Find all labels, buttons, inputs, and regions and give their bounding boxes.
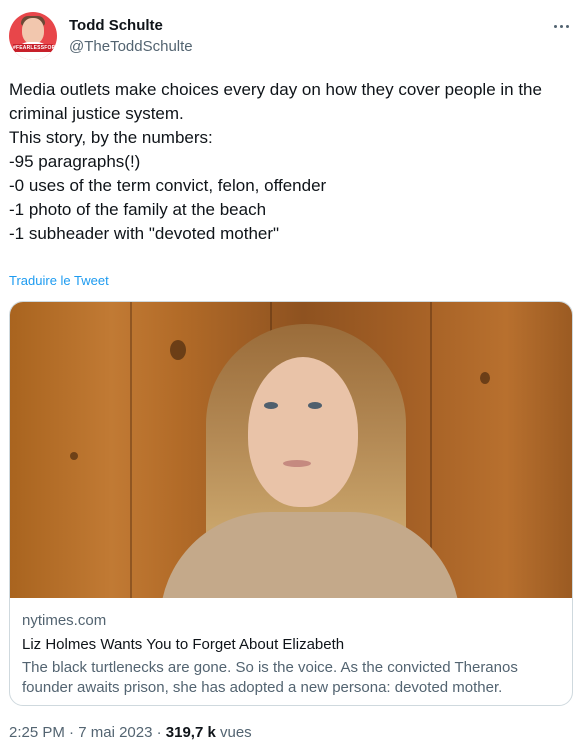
meta-separator: · — [156, 724, 166, 741]
tweet-line: -0 uses of the term convict, felon, offe… — [9, 176, 327, 195]
card-description-line: founder awaits prison, she has adopted a… — [22, 679, 503, 696]
link-card[interactable]: nytimes.com Liz Holmes Wants You to Forg… — [9, 301, 573, 706]
card-domain: nytimes.com — [22, 612, 107, 629]
views-count: 319,7 k — [165, 724, 216, 741]
tweet-line: -1 subheader with "devoted mother" — [9, 224, 280, 243]
tweet-line: criminal justice system. — [9, 104, 184, 123]
avatar[interactable]: #FEARLESSFORM — [9, 12, 57, 60]
tweet-text: Media outlets make choices every day on … — [9, 78, 569, 246]
meta-separator: · — [69, 724, 79, 741]
more-horizontal-icon[interactable] — [554, 20, 574, 32]
card-title: Liz Holmes Wants You to Forget About Eli… — [22, 636, 345, 653]
tweet-line: -1 photo of the family at the beach — [9, 200, 267, 219]
views-label: vues — [220, 724, 252, 741]
translate-link[interactable]: Traduire le Tweet — [9, 273, 109, 289]
tweet-line: Media outlets make choices every day on … — [9, 80, 542, 99]
avatar-face — [22, 18, 44, 44]
tweet-meta: 2:25 PM · 7 mai 2023 · 319,7 k vues — [9, 723, 252, 743]
tweet-line: This story, by the numbers: — [9, 128, 213, 147]
tweet-date[interactable]: 7 mai 2023 — [78, 724, 152, 741]
card-info: nytimes.com Liz Holmes Wants You to Forg… — [22, 611, 562, 698]
author-name[interactable]: Todd Schulte — [69, 16, 163, 35]
avatar-badge: #FEARLESSFORM — [13, 44, 57, 52]
card-description: The black turtlenecks are gone. So is th… — [22, 658, 562, 698]
author-handle[interactable]: @TheToddSchulte — [69, 37, 193, 56]
card-description-line: The black turtlenecks are gone. So is th… — [22, 659, 518, 676]
tweet-time[interactable]: 2:25 PM — [9, 724, 65, 741]
article-photo — [10, 302, 572, 598]
tweet-line: -95 paragraphs(!) — [9, 152, 141, 171]
